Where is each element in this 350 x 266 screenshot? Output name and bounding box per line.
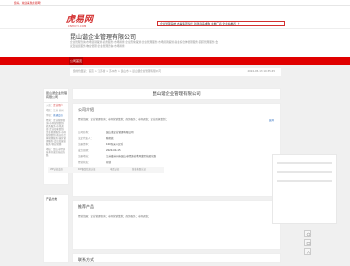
logo-main: 虎易网 [66,15,94,25]
float-share-button[interactable] [304,230,311,237]
company-hero: 昆山谐企业管理有限公司 企业管理咨询;市场营销策划;商务服务;市场调查;企业形象… [0,28,350,57]
flag-icp: ICP备案信息认证 [78,168,96,171]
company-description: 企业管理咨询;市场营销策划;商务服务;市场调查;企业形象策划;企业管理服务;市场… [70,41,218,48]
sidebar: 昆山谐企业管理有限公司 入驻：企业用户 地区：江苏 苏州 等级：普通会员 经营：… [43,88,69,263]
main-title: 昆山谐企业管理有限公司 [72,88,281,100]
sidebar-business-scope: 经营：企业管理咨询;市场营销策划;商务服务;市场调查;企业形象策划;企业管理服务… [46,119,66,146]
divider [277,171,332,173]
flag-license: 营业执照认证 [132,168,146,171]
product-category-card: 产品分类 [43,194,69,263]
tab-company-home[interactable]: 公司首页 [69,57,83,65]
welcome-text: 您好，欢迎来到虎易网！ [14,2,43,5]
float-top-button[interactable] [304,248,311,255]
row-value: 江苏 苏州 [53,109,64,112]
products-summary: 经营范围：企业管理咨询；市场营销策划；商务服务；市场调查； [78,215,151,218]
breadcrumb: 您的位置是：首页 > 江苏省 > 苏州市 > 昆山市 > 昆山谐企业管理有限公司… [70,68,281,76]
company-name-heading: 昆山谐企业管理有限公司 [70,34,137,41]
products-heading: 推荐产品 [78,204,94,209]
message-icon [306,241,310,245]
sidebar-company-name: 昆山谐企业管理有限公司 [44,89,68,103]
table-row: 经营状态： 存续 [78,160,277,166]
side-panel [272,154,337,224]
intro-summary: 经营范围：企业管理咨询；市场营销策划；商务服务；市场调查；企业形象策划； [78,118,169,121]
expand-button[interactable]: 展开 [269,118,274,122]
divider [277,180,332,182]
main-content: 昆山谐企业管理有限公司 公司介绍 经营范围：企业管理咨询；市场营销策划；商务服务… [72,88,281,263]
header: 虎易网 CNHUYI.COM 企业管理系统 办事集团专栏 新建商品求购 主推厂商… [0,6,350,28]
intro-section: 公司介绍 经营范围：企业管理咨询；市场营销策划；商务服务；市场调查；企业形象策划… [72,103,281,197]
contact-section: 联系方式 [72,253,281,263]
nav-bar: 公司首页 [0,57,350,65]
cell-key: 经营状态： [78,161,91,164]
breadcrumb-path[interactable]: 您的位置是：首页 > 江苏省 > 苏州市 > 昆山市 > 昆山谐企业管理有限公司 [73,70,161,73]
breadcrumb-date: 2024-05-13 10:35:45 [247,70,275,73]
product-category-title: 产品分类 [46,197,58,201]
share-icon [306,232,310,236]
header-links[interactable]: 企业管理系统 办事集团专栏 新建商品求购 主推厂商 企业站推荐 上 [157,21,285,26]
float-message-button[interactable] [304,239,311,246]
cell-value: 存续 [106,161,112,164]
info-table: 公司名称： 昆山谐企业管理有限公司 法定代表人： 陈晓燕 注册资本： 100万元人民币… [78,130,277,166]
flag-phone: 电话认证 [110,168,120,171]
divider [277,162,332,164]
products-section: 推荐产品 经营范围：企业管理咨询；市场营销策划；商务服务；市场调查； [72,200,281,250]
row-value: 企业用户 [53,104,63,107]
arrow-up-icon [306,250,310,254]
flag-vip: VIP认证会员 [50,168,63,171]
member-level-link[interactable]: 普通会员 [53,114,63,117]
contact-heading: 联系方式 [78,257,94,262]
verification-flags: VIP认证会员 ICP备案信息认证 电话认证 营业执照认证 [48,167,164,173]
intro-heading: 公司介绍 [78,107,94,112]
sidebar-address: 地址：昆山市经济技术开发区前进东路 [46,148,66,157]
